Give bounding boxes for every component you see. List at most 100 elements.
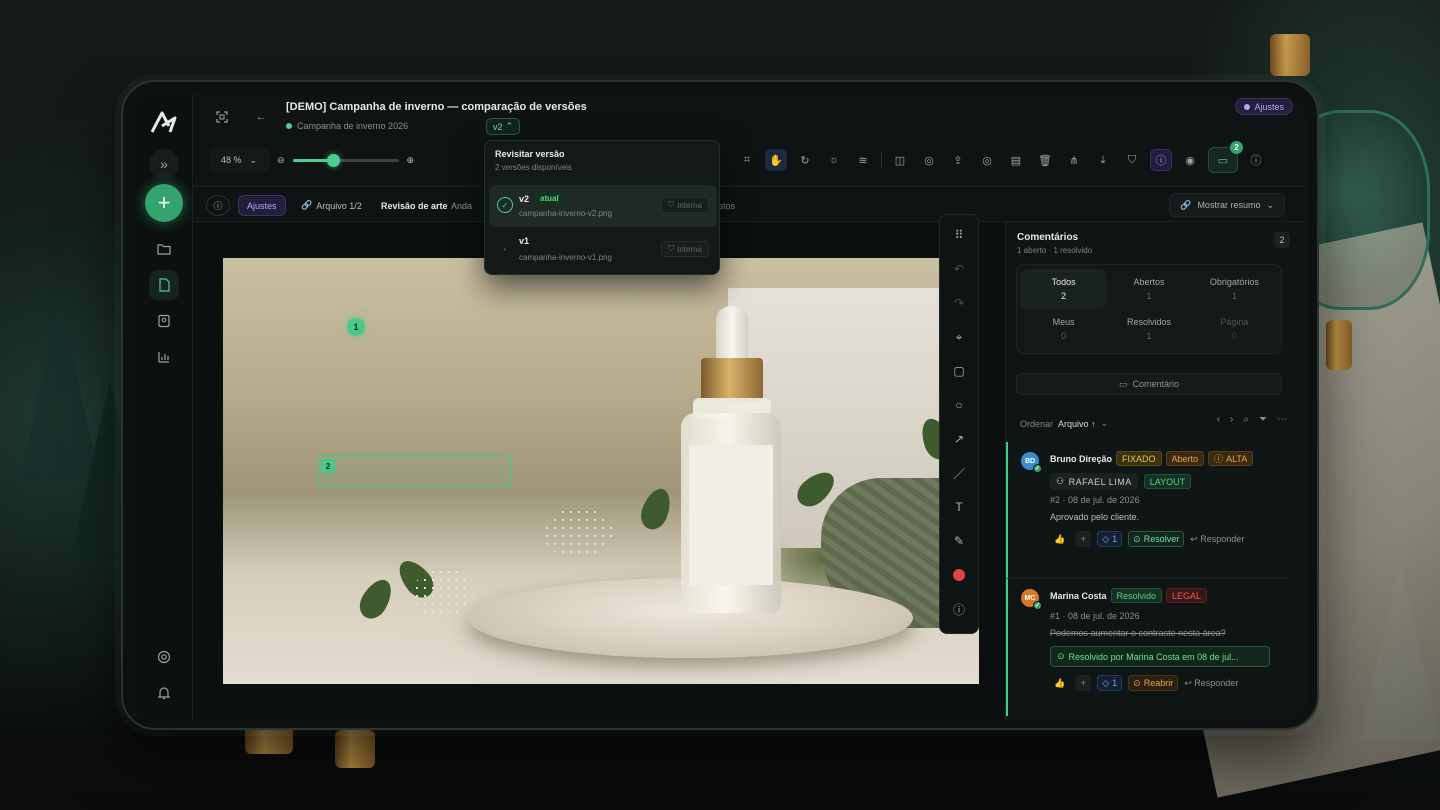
sort-control[interactable]: Ordenar Arquivo ↑ ⌄ [1020, 418, 1108, 429]
reply-button[interactable]: ↩ Responder [1190, 534, 1244, 545]
file-check-icon[interactable]: ▤ [1005, 149, 1027, 171]
version-name: v2 atual [519, 192, 564, 205]
comments-count: 2 [1274, 232, 1290, 248]
redo-icon[interactable]: ↷ [947, 291, 971, 315]
filter-label: Página [1220, 317, 1249, 327]
version-name: v1 [519, 236, 529, 246]
artwork-image[interactable]: 1 2 [223, 258, 979, 684]
filter-pagina[interactable]: Página 0 [1192, 309, 1277, 349]
status-pill[interactable]: Ajustes [1235, 98, 1293, 115]
react-button[interactable]: + [1075, 531, 1092, 547]
like-icon[interactable]: 👍 [1050, 531, 1069, 547]
comment-card[interactable]: BD ✓ Bruno Direção FIXADO Aberto ⓘ ALTA ⚇ R… [1006, 442, 1288, 578]
review-info-icon[interactable]: ⓘ [206, 195, 230, 216]
zoom-in-icon[interactable]: ⊕ [407, 155, 415, 166]
tags-button[interactable]: ◇ 1 [1097, 531, 1123, 547]
shield-icon[interactable]: ⛉ [1121, 149, 1143, 171]
text-tool-icon[interactable]: T [947, 495, 971, 519]
chart-icon[interactable] [149, 342, 179, 372]
filter-icon[interactable]: ⏷ [1259, 414, 1267, 425]
trash-icon[interactable]: 🗑 [1034, 149, 1056, 171]
project-name[interactable]: Campanha de inverno 2026 [286, 121, 408, 131]
reopen-label: Reabrir [1143, 678, 1174, 688]
add-comment-button[interactable]: ▭ Comentário [1016, 373, 1282, 395]
tool-info-icon[interactable]: ⓘ [947, 597, 971, 621]
show-summary-button[interactable]: 🔗 Mostrar resumo ⌄ [1169, 193, 1285, 217]
compass-alt-icon[interactable]: ◎ [976, 149, 998, 171]
comments-toggle-icon[interactable]: ▭ 2 [1208, 141, 1243, 173]
split-view-icon[interactable]: ◫ [889, 149, 911, 171]
version-option-v2[interactable]: ✓ v2 atual campanha-inverno-v2.png ⛉ Inter… [489, 185, 717, 227]
annotation-pin-1[interactable]: 1 [347, 318, 365, 336]
assignee-chip[interactable]: ⚇ RAFAEL LIMA [1050, 473, 1138, 490]
back-arrow-icon[interactable]: ← [250, 106, 272, 128]
filter-resolvidos[interactable]: Resolvidos 1 [1106, 309, 1191, 349]
share-icon[interactable]: ⋔ [1063, 149, 1085, 171]
layers-icon[interactable]: ≋ [852, 149, 874, 171]
avatar: MC ✓ [1021, 589, 1042, 610]
download-icon[interactable]: ⤓ [1092, 149, 1114, 171]
info-toggle-icon[interactable]: ⓘ [1150, 149, 1172, 171]
resolve-label: Resolver [1143, 534, 1180, 544]
file-chip[interactable]: 🔗 Arquivo 1/2 [293, 195, 370, 216]
reopen-button[interactable]: ⊙ Reabrir [1128, 675, 1179, 691]
reply-button[interactable]: ↩ Responder [1184, 678, 1238, 689]
version-selector[interactable]: v2 ⌃ [486, 118, 521, 135]
resolved-note[interactable]: ⊙ Resolvido por Marina Costa em 08 de jul… [1050, 646, 1270, 667]
undo-icon[interactable]: ↶ [947, 257, 971, 281]
line-tool-icon[interactable]: ／ [947, 461, 971, 485]
fit-screen-icon[interactable] [211, 106, 233, 128]
record-color-icon[interactable] [947, 563, 971, 587]
bell-icon[interactable] [149, 678, 179, 708]
comment-card[interactable]: MC ✓ Marina Costa Resolvido LEGAL #1 · 08… [1006, 578, 1288, 716]
compass-icon[interactable]: ◎ [918, 149, 940, 171]
navigate-icon[interactable]: ◉ [1179, 149, 1201, 171]
comments-title: Comentários [1017, 232, 1079, 243]
version-option-v1[interactable]: • v1 campanha-inverno-v1.png ⛉ Interna [489, 229, 717, 271]
folder-icon[interactable] [149, 234, 179, 264]
review-bar: ⓘ Ajustes 🔗 Arquivo 1/2 Revisão de arte A… [193, 186, 1307, 222]
filter-meus[interactable]: Meus 0 [1021, 309, 1106, 349]
next-icon[interactable]: › [1230, 414, 1233, 425]
prev-icon[interactable]: ‹ [1217, 414, 1220, 425]
filter-obrigatorios[interactable]: Obrigatórios 1 [1192, 269, 1277, 309]
arrow-tool-icon[interactable]: ↗ [947, 427, 971, 451]
hand-pan-icon[interactable]: ✋ [765, 149, 787, 171]
annotation-rect-2[interactable] [317, 455, 511, 488]
tags-button[interactable]: ◇ 1 [1097, 675, 1123, 691]
brightness-icon[interactable]: ☼ [823, 149, 845, 171]
zoom-out-icon[interactable]: ⊖ [277, 155, 285, 166]
zoom-select[interactable]: 48 % ⌄ [209, 148, 269, 172]
zoom-value: 48 % [220, 155, 242, 165]
category-tag: LEGAL [1166, 588, 1208, 603]
resolve-button[interactable]: ⊙ Resolver [1128, 531, 1185, 547]
react-button[interactable]: + [1075, 675, 1092, 691]
rotate-icon[interactable]: ↻ [794, 149, 816, 171]
sort-value: Arquivo ↑ [1058, 418, 1096, 429]
more-icon[interactable]: ⋯ [1277, 414, 1287, 425]
drawing-toolbar: ⠿ ↶ ↷ ⌖ ▢ ○ ↗ ／ T ✎ ⓘ [939, 214, 979, 634]
zoom-slider-knob[interactable] [326, 153, 340, 167]
like-icon[interactable]: 👍 [1050, 675, 1069, 691]
circle-tool-icon[interactable]: ○ [947, 393, 971, 417]
help-lifebuoy-icon[interactable] [149, 642, 179, 672]
rectangle-tool-icon[interactable]: ▢ [947, 359, 971, 383]
stage-chip[interactable]: Ajustes [238, 195, 286, 216]
contacts-icon[interactable] [149, 306, 179, 336]
search-icon[interactable]: ⌕ [1243, 414, 1249, 425]
add-button[interactable]: + [145, 184, 183, 222]
document-icon[interactable] [149, 270, 179, 300]
pen-tool-icon[interactable]: ✎ [947, 529, 971, 553]
upload-icon[interactable]: ⇪ [947, 149, 969, 171]
zoom-slider[interactable] [292, 153, 399, 167]
chevron-down-icon: ⌄ [249, 154, 258, 165]
drag-handle-icon[interactable]: ⠿ [947, 223, 971, 247]
expand-rail-icon[interactable]: » [149, 149, 179, 179]
focus-frame-icon[interactable]: ⌗ [736, 149, 758, 171]
app-logo-icon[interactable] [149, 108, 179, 138]
pin-tool-icon[interactable]: ⌖ [947, 325, 971, 349]
filter-label: Resolvidos [1126, 317, 1171, 327]
filter-todos[interactable]: Todos 2 [1021, 269, 1107, 309]
info-icon[interactable]: ⓘ [1245, 149, 1267, 171]
filter-abertos[interactable]: Abertos 1 [1106, 269, 1191, 309]
